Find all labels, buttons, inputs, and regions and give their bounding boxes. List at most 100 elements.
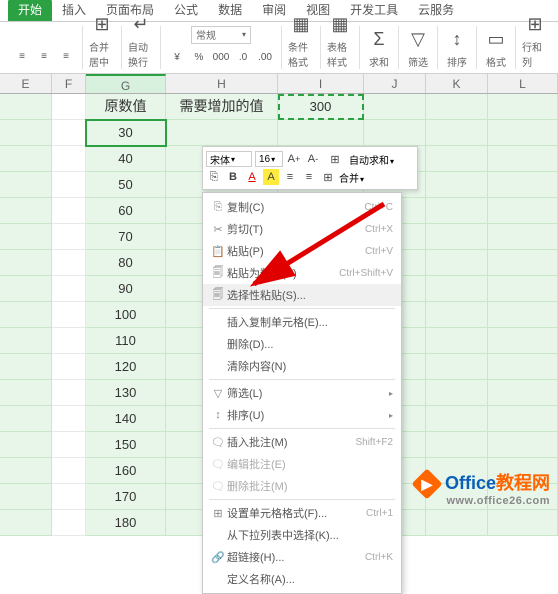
- cell[interactable]: [52, 198, 86, 224]
- col-header-H[interactable]: H: [166, 74, 278, 93]
- cell[interactable]: [0, 328, 52, 354]
- cell[interactable]: [0, 120, 52, 146]
- cell-value[interactable]: 130: [86, 380, 166, 406]
- cell[interactable]: [488, 276, 558, 302]
- filter-icon[interactable]: ▽: [405, 26, 431, 52]
- cell[interactable]: [52, 224, 86, 250]
- cell[interactable]: [426, 120, 488, 146]
- cell[interactable]: [426, 510, 488, 536]
- cell[interactable]: [52, 380, 86, 406]
- inc-decimal-icon[interactable]: .0: [233, 47, 253, 67]
- cell-value[interactable]: 120: [86, 354, 166, 380]
- cell[interactable]: [278, 120, 364, 146]
- cell[interactable]: [488, 250, 558, 276]
- bold-icon[interactable]: B: [225, 169, 241, 185]
- cell[interactable]: [0, 250, 52, 276]
- currency-icon[interactable]: ¥: [167, 47, 187, 67]
- cell[interactable]: [488, 510, 558, 536]
- tab-formulas[interactable]: 公式: [164, 0, 208, 21]
- cell[interactable]: [488, 224, 558, 250]
- sort-icon[interactable]: ↕: [444, 26, 470, 52]
- percent-icon[interactable]: %: [189, 47, 209, 67]
- cell[interactable]: [488, 172, 558, 198]
- cell[interactable]: [52, 354, 86, 380]
- cell[interactable]: [426, 172, 488, 198]
- cell-value[interactable]: 40: [86, 146, 166, 172]
- format-icon[interactable]: ▭: [483, 26, 509, 52]
- font-color-icon[interactable]: A: [244, 169, 260, 185]
- mini-merge-button[interactable]: 合并▾: [339, 170, 364, 185]
- align-top-icon[interactable]: ≡: [12, 46, 32, 66]
- col-header-L[interactable]: L: [488, 74, 558, 93]
- cell[interactable]: [426, 432, 488, 458]
- cell[interactable]: [0, 484, 52, 510]
- cell[interactable]: [0, 276, 52, 302]
- cell-value[interactable]: 100: [86, 302, 166, 328]
- cell[interactable]: [488, 120, 558, 146]
- ctx-insert-comment[interactable]: 🗨插入批注(M)Shift+F2: [203, 431, 401, 453]
- cell[interactable]: [0, 380, 52, 406]
- align-center-icon[interactable]: ≡: [301, 169, 317, 185]
- cell[interactable]: [52, 250, 86, 276]
- cell[interactable]: [426, 94, 488, 120]
- cell[interactable]: [488, 432, 558, 458]
- ctx-hyperlink[interactable]: 🔗超链接(H)...Ctrl+K: [203, 546, 401, 568]
- cond-format-icon[interactable]: ▦: [288, 11, 314, 37]
- mini-fontsize-select[interactable]: 16 ▾: [255, 151, 283, 167]
- cell[interactable]: [0, 406, 52, 432]
- align-left-icon[interactable]: ≡: [282, 169, 298, 185]
- cell-value[interactable]: 90: [86, 276, 166, 302]
- cell[interactable]: [52, 484, 86, 510]
- ctx-define-name[interactable]: 定义名称(A)...: [203, 568, 401, 590]
- cell-value[interactable]: 80: [86, 250, 166, 276]
- comma-icon[interactable]: 000: [211, 47, 231, 67]
- col-header-G[interactable]: G: [86, 74, 166, 93]
- cell[interactable]: [52, 302, 86, 328]
- ctx-insert-copied[interactable]: 插入复制单元格(E)...: [203, 311, 401, 333]
- cell[interactable]: [52, 146, 86, 172]
- cell[interactable]: [364, 94, 426, 120]
- sum-icon[interactable]: Σ: [366, 26, 392, 52]
- cell[interactable]: [426, 276, 488, 302]
- cell[interactable]: [0, 224, 52, 250]
- cell[interactable]: [426, 328, 488, 354]
- cell[interactable]: [166, 120, 278, 146]
- borders-icon[interactable]: ⊞: [320, 169, 336, 185]
- cell-value[interactable]: 30: [86, 120, 166, 146]
- cell[interactable]: [426, 198, 488, 224]
- cell[interactable]: [426, 380, 488, 406]
- cell[interactable]: [426, 406, 488, 432]
- ctx-sort[interactable]: ↕排序(U)▸: [203, 404, 401, 426]
- cell[interactable]: [0, 354, 52, 380]
- cell-value[interactable]: 50: [86, 172, 166, 198]
- ctx-clear[interactable]: 清除内容(N): [203, 355, 401, 377]
- ctx-delete[interactable]: 删除(D)...: [203, 333, 401, 355]
- cell[interactable]: [0, 172, 52, 198]
- mini-merge-icon[interactable]: ⊞: [324, 151, 346, 167]
- ctx-paste-values[interactable]: 🗐粘贴为数值(V)Ctrl+Shift+V: [203, 262, 401, 284]
- cell[interactable]: [52, 172, 86, 198]
- tab-home[interactable]: 开始: [8, 0, 52, 21]
- cell-value[interactable]: 110: [86, 328, 166, 354]
- decrease-font-icon[interactable]: A-: [305, 151, 321, 167]
- ctx-filter[interactable]: ▽筛选(L)▸: [203, 382, 401, 404]
- cell-value[interactable]: 140: [86, 406, 166, 432]
- ctx-paste[interactable]: 📋粘贴(P)Ctrl+V: [203, 240, 401, 262]
- cell-copied-value[interactable]: 300: [278, 94, 364, 120]
- cell[interactable]: [488, 146, 558, 172]
- cell-value[interactable]: 60: [86, 198, 166, 224]
- mini-font-select[interactable]: 宋体 ▾: [206, 151, 252, 167]
- wrap-text-icon[interactable]: ↵: [128, 11, 154, 37]
- align-middle-icon[interactable]: ≡: [34, 46, 54, 66]
- cell[interactable]: [488, 354, 558, 380]
- fill-color-icon[interactable]: A: [263, 169, 279, 185]
- cell[interactable]: [52, 432, 86, 458]
- col-header-E[interactable]: E: [0, 74, 52, 93]
- col-header-F[interactable]: F: [52, 74, 86, 93]
- merge-center-icon[interactable]: ⊞: [89, 11, 115, 37]
- col-header-K[interactable]: K: [426, 74, 488, 93]
- cell[interactable]: [52, 94, 86, 120]
- cell[interactable]: [426, 224, 488, 250]
- col-header-I[interactable]: I: [278, 74, 364, 93]
- cell[interactable]: [52, 510, 86, 536]
